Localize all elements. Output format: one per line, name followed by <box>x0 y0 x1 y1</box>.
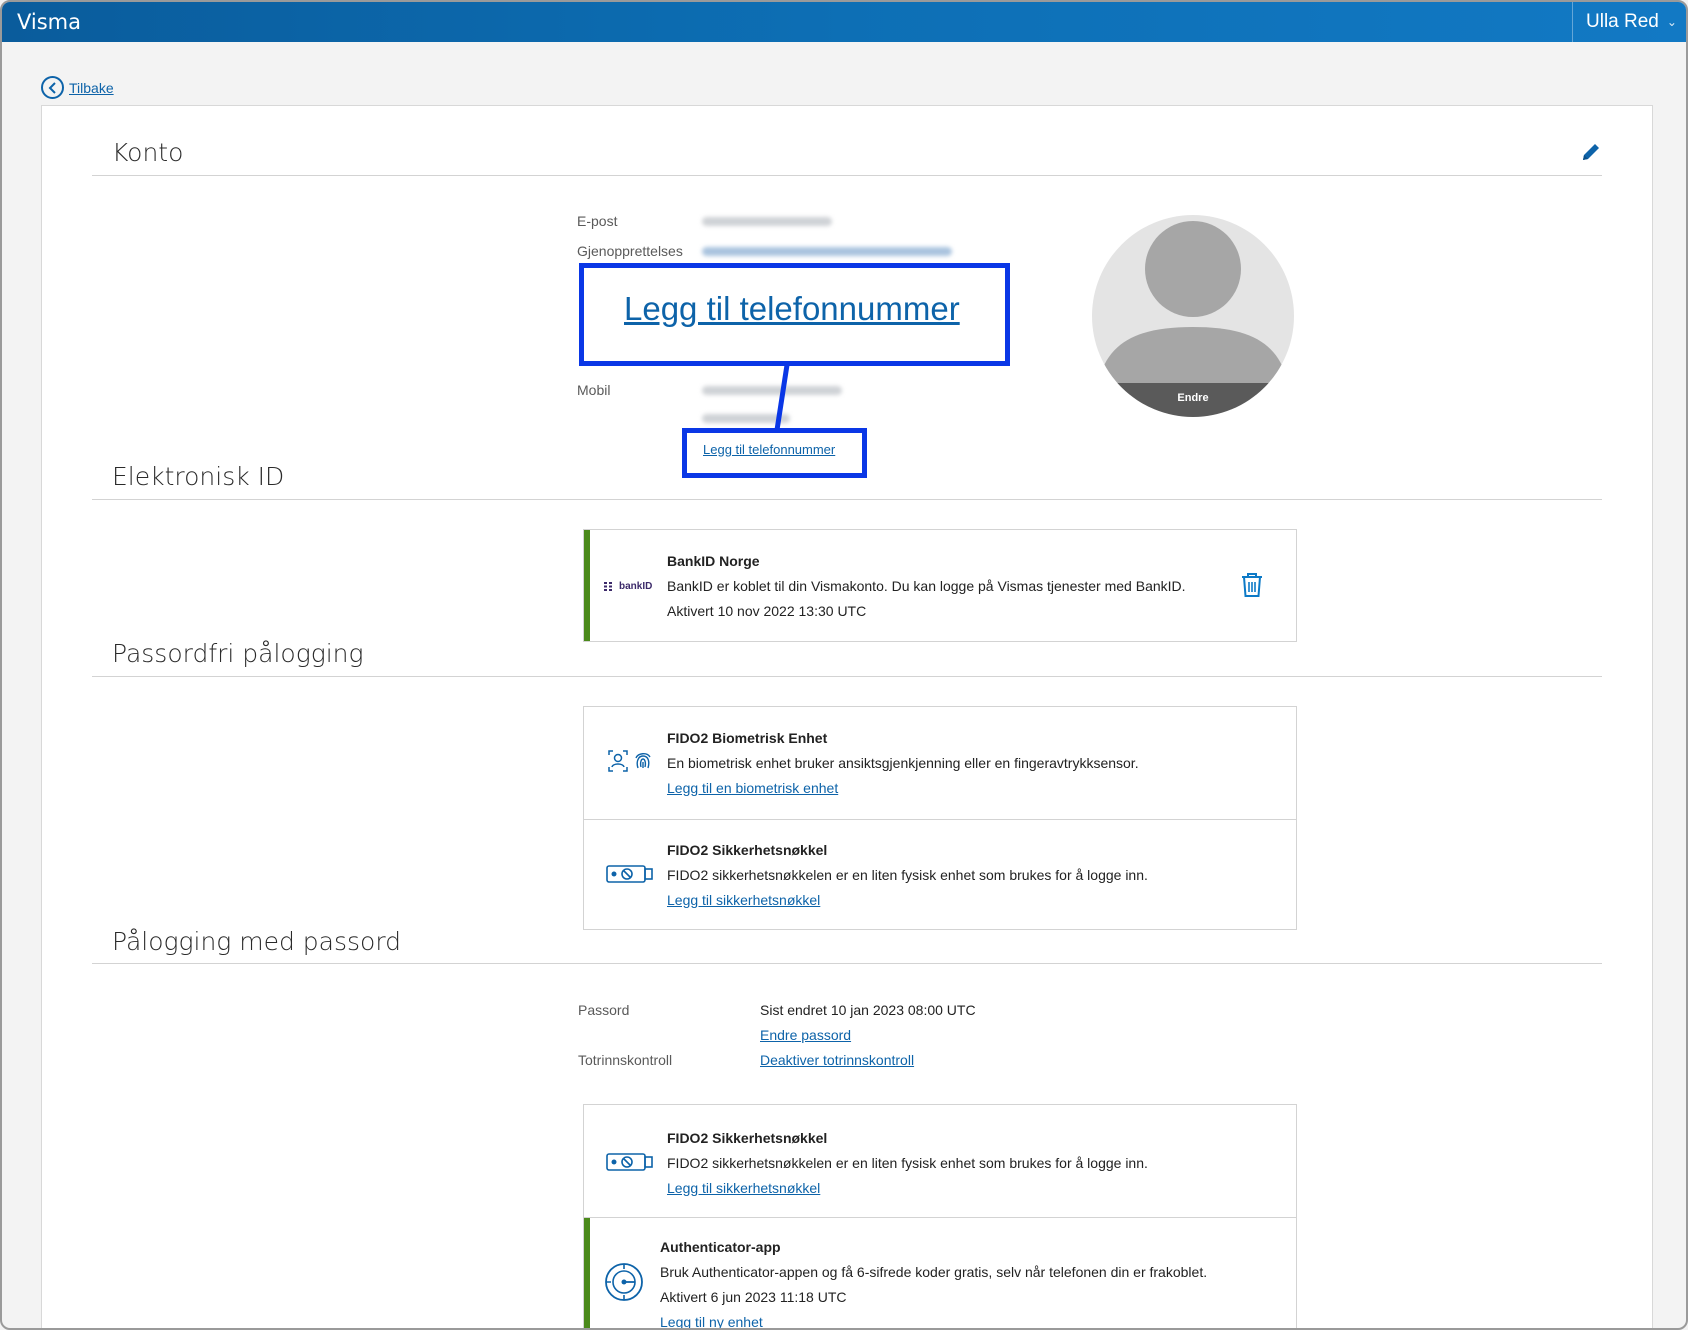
bankid-logo-text: bankID <box>619 581 653 592</box>
user-menu[interactable]: Ulla Red ⌄ <box>1572 2 1686 42</box>
browser-frame: Visma Ulla Red ⌄ Tilbake Konto E-post Gj… <box>0 0 1688 1330</box>
chevron-left-icon <box>41 76 64 99</box>
bankid-activated: Aktivert 10 nov 2022 13:30 UTC <box>667 603 867 619</box>
recovery-value-blurred[interactable] <box>702 247 952 256</box>
back-link[interactable]: Tilbake <box>41 76 114 99</box>
avatar[interactable]: Endre <box>1092 215 1294 417</box>
highlight-box <box>682 428 867 478</box>
item-title: FIDO2 Biometrisk Enhet <box>667 730 828 746</box>
add-biometric-link[interactable]: Legg til en biometrisk enhet <box>667 780 838 796</box>
item-description: En biometrisk enhet bruker ansiktsgjenkj… <box>667 755 1139 771</box>
authenticator-icon <box>604 1262 644 1307</box>
item-title: FIDO2 Sikkerhetsnøkkel <box>667 842 828 858</box>
section-divider <box>92 175 1602 176</box>
security-key-icon <box>606 1153 654 1176</box>
list-item: FIDO2 Sikkerhetsnøkkel FIDO2 sikkerhetsn… <box>584 819 1296 931</box>
list-item: Authenticator-app Bruk Authenticator-app… <box>584 1217 1296 1328</box>
item-activated: Aktivert 6 jun 2023 11:18 UTC <box>660 1289 847 1305</box>
item-description: Bruk Authenticator-appen og få 6-sifrede… <box>660 1264 1208 1280</box>
chevron-down-icon: ⌄ <box>1666 15 1677 29</box>
pencil-icon[interactable] <box>1580 141 1602 163</box>
email-value-blurred <box>702 217 832 226</box>
add-device-link[interactable]: Legg til ny enhet <box>660 1314 763 1328</box>
password-last-changed: Sist endret 10 jan 2023 08:00 UTC <box>760 1002 976 1018</box>
bankid-title: BankID Norge <box>667 553 760 569</box>
recovery-label: Gjenopprettelses <box>577 243 683 259</box>
passwordless-card: FIDO2 Biometrisk Enhet En biometrisk enh… <box>583 706 1297 930</box>
avatar-change-button[interactable]: Endre <box>1092 383 1294 417</box>
mobile-value-blurred-2 <box>702 414 790 423</box>
bankid-card: bankID BankID Norge BankID er koblet til… <box>583 529 1297 642</box>
mobile-value-blurred-1 <box>702 386 842 395</box>
trash-icon[interactable] <box>1240 572 1264 603</box>
biometric-icon <box>608 750 652 777</box>
top-bar: Visma Ulla Red ⌄ <box>2 2 1686 42</box>
active-indicator <box>584 1218 590 1328</box>
user-name: Ulla Red <box>1586 11 1659 32</box>
disable-twofactor-link[interactable]: Deaktiver totrinnskontroll <box>760 1052 914 1068</box>
twofactor-label: Totrinnskontroll <box>578 1052 673 1068</box>
bankid-icon <box>604 582 612 591</box>
item-description: FIDO2 sikkerhetsnøkkelen er en liten fys… <box>667 867 1148 883</box>
item-description: FIDO2 sikkerhetsnøkkelen er en liten fys… <box>667 1155 1148 1171</box>
item-title: Authenticator-app <box>660 1239 781 1255</box>
email-label: E-post <box>577 213 618 229</box>
list-item: FIDO2 Biometrisk Enhet En biometrisk enh… <box>584 707 1296 819</box>
change-password-link[interactable]: Endre passord <box>760 1027 851 1043</box>
list-item: FIDO2 Sikkerhetsnøkkel FIDO2 sikkerhetsn… <box>584 1105 1296 1217</box>
section-divider <box>92 676 1602 677</box>
add-security-key-link[interactable]: Legg til sikkerhetsnøkkel <box>667 1180 820 1196</box>
zoom-callout: Legg til telefonnummer <box>579 263 1010 366</box>
brand-logo[interactable]: Visma <box>17 10 81 34</box>
active-indicator <box>584 530 590 641</box>
section-divider <box>92 963 1602 964</box>
zoom-callout-text: Legg til telefonnummer <box>624 290 960 327</box>
section-title-elektronisk-id: Elektronisk ID <box>112 462 285 491</box>
item-title: FIDO2 Sikkerhetsnøkkel <box>667 1130 828 1146</box>
bankid-description: BankID er koblet til din Vismakonto. Du … <box>667 578 1186 594</box>
section-title-passordfri: Passordfri pålogging <box>112 639 364 668</box>
section-divider <box>92 499 1602 500</box>
bankid-logo: bankID <box>604 581 652 592</box>
mobile-label: Mobil <box>577 382 611 398</box>
password-label: Passord <box>578 1002 630 1018</box>
add-security-key-link[interactable]: Legg til sikkerhetsnøkkel <box>667 892 820 908</box>
password-methods-card: FIDO2 Sikkerhetsnøkkel FIDO2 sikkerhetsn… <box>583 1104 1297 1328</box>
security-key-icon <box>606 865 654 888</box>
section-title-passord: Pålogging med passord <box>112 927 402 956</box>
back-label: Tilbake <box>69 79 114 96</box>
section-title-konto: Konto <box>112 138 184 167</box>
